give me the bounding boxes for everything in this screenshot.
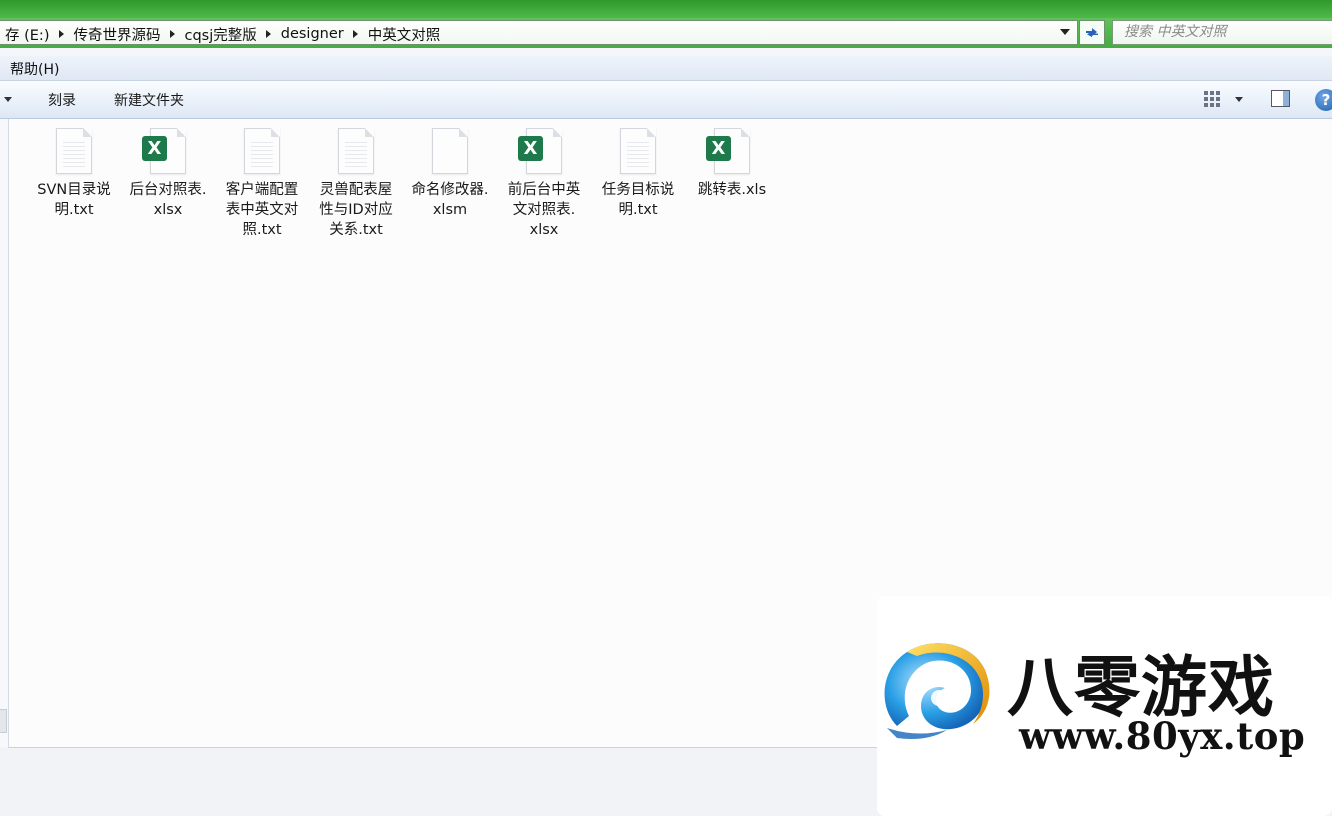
file-name-line: 跳转表.xls — [697, 182, 767, 198]
search-input[interactable]: 搜索 中英文对照 — [1112, 20, 1332, 45]
breadcrumb-current-folder[interactable]: 中英文对照 — [363, 24, 446, 45]
window-title-bar — [0, 0, 1332, 18]
file-item[interactable]: X 前后台中英文对照表. xlsx — [500, 128, 588, 240]
excel-badge-icon: X — [706, 136, 731, 161]
file-name: 灵兽配表屋性与ID对应 关系.txt — [312, 180, 400, 240]
file-name: SVN目录说 明.txt — [30, 180, 118, 220]
file-name-line: 客户端配置 — [225, 182, 299, 198]
file-item[interactable]: 命名修改器. xlsm — [406, 128, 494, 220]
chevron-right-icon[interactable] — [165, 30, 179, 38]
file-item[interactable]: 灵兽配表屋性与ID对应 关系.txt — [312, 128, 400, 240]
chevron-right-icon[interactable] — [349, 30, 363, 38]
file-name-line: xlsm — [432, 202, 468, 218]
file-item[interactable]: X 后台对照表. xlsx — [124, 128, 212, 220]
file-name-line: 命名修改器. — [411, 182, 489, 198]
file-item[interactable]: X 跳转表.xls — [688, 128, 776, 200]
file-name: 命名修改器. xlsm — [406, 180, 494, 220]
excel-badge-icon: X — [518, 136, 543, 161]
excel-file-icon: X — [518, 128, 562, 174]
chevron-right-icon[interactable] — [54, 30, 68, 38]
file-name-line: 关系.txt — [329, 222, 383, 238]
view-options-icon[interactable] — [1203, 90, 1221, 108]
excel-file-icon: X — [142, 128, 186, 174]
breadcrumb: 存 (E:) 传奇世界源码 cqsj完整版 designer 中英文对照 — [0, 23, 445, 45]
file-item[interactable]: 客户端配置表中英文对照.txt — [218, 128, 306, 240]
file-name: 任务目标说明.txt — [594, 180, 682, 220]
menu-bar: 帮助(H) — [0, 56, 1332, 81]
text-file-icon — [620, 128, 656, 174]
file-name: 前后台中英文对照表. xlsx — [500, 180, 588, 240]
text-file-icon — [244, 128, 280, 174]
text-file-icon — [338, 128, 374, 174]
watermark: 八零游戏 www.80yx.top — [877, 596, 1332, 816]
burn-button[interactable]: 刻录 — [48, 90, 76, 110]
chevron-right-icon[interactable] — [262, 30, 276, 38]
help-icon[interactable]: ? — [1315, 89, 1332, 111]
address-row: 存 (E:) 传奇世界源码 cqsj完整版 designer 中英文对照 搜索 … — [0, 18, 1332, 48]
organize-dropdown-icon[interactable] — [4, 97, 12, 102]
blank-file-icon — [432, 128, 468, 174]
file-name-line: 明.txt — [618, 202, 658, 218]
file-name-line: 任务目标说 — [601, 182, 675, 198]
refresh-button[interactable] — [1079, 20, 1105, 45]
text-file-icon — [56, 128, 92, 174]
address-bar[interactable]: 存 (E:) 传奇世界源码 cqsj完整版 designer 中英文对照 — [0, 20, 1078, 45]
file-name: 跳转表.xls — [688, 180, 776, 200]
breadcrumb-designer[interactable]: designer — [276, 26, 349, 42]
file-item[interactable]: SVN目录说 明.txt — [30, 128, 118, 220]
file-name-line: 前后台中英 — [507, 182, 581, 198]
file-name-line: xlsx — [153, 202, 183, 218]
preview-pane-icon[interactable] — [1271, 90, 1290, 107]
file-name-line: 照.txt — [242, 222, 282, 238]
excel-badge-icon: X — [142, 136, 167, 161]
file-name: 后台对照表. xlsx — [124, 180, 212, 220]
file-name-line: 灵兽配表屋 — [319, 182, 393, 198]
breadcrumb-drive[interactable]: 存 (E:) — [0, 24, 54, 45]
file-name-line: 表中英文对 — [225, 202, 299, 218]
file-name-line: SVN目录说 — [37, 182, 111, 198]
menu-help[interactable]: 帮助(H) — [10, 59, 59, 79]
breadcrumb-full-version[interactable]: cqsj完整版 — [179, 24, 261, 45]
new-folder-button[interactable]: 新建文件夹 — [114, 90, 184, 110]
refresh-icon — [1086, 27, 1098, 37]
navigation-pane — [0, 119, 8, 747]
file-name-line: xlsx — [529, 222, 559, 238]
file-name-line: 性与ID对应 — [319, 202, 393, 218]
pane-splitter[interactable] — [0, 709, 7, 733]
swirl-logo-icon — [884, 643, 990, 739]
breadcrumb-source[interactable]: 传奇世界源码 — [68, 24, 165, 45]
file-name: 客户端配置表中英文对照.txt — [218, 180, 306, 240]
command-toolbar: 刻录 新建文件夹 ? — [0, 81, 1332, 119]
file-name-line: 文对照表. — [512, 202, 576, 218]
file-name-line: 后台对照表. — [129, 182, 207, 198]
address-history-dropdown-icon[interactable] — [1060, 29, 1070, 35]
file-name-line: 明.txt — [54, 202, 94, 218]
watermark-url: www.80yx.top — [1019, 714, 1306, 758]
excel-file-icon: X — [706, 128, 750, 174]
view-dropdown-icon[interactable] — [1235, 97, 1243, 102]
file-item[interactable]: 任务目标说明.txt — [594, 128, 682, 220]
